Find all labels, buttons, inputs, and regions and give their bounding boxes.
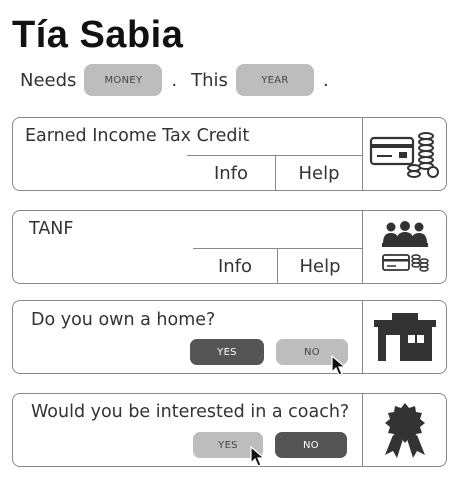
card-coach: Would you be interested in a coach? YES … <box>12 393 447 467</box>
needs-dropdown[interactable]: MONEY <box>84 64 163 96</box>
eitc-info-tab[interactable]: Info <box>187 156 275 190</box>
this-label: This <box>191 69 228 91</box>
card-tanf[interactable]: TANF Info Help <box>12 210 447 284</box>
card-own-home-question: Do you own a home? <box>31 310 216 330</box>
card-own-home: Do you own a home? YES NO <box>12 300 447 376</box>
own-home-yes-button[interactable]: YES <box>190 339 264 365</box>
credit-card-coins-icon <box>364 118 446 190</box>
card-eitc[interactable]: Earned Income Tax Credit Info Help <box>12 117 447 191</box>
card-coach-divider <box>362 394 363 466</box>
app-title: Tía Sabia <box>12 14 184 56</box>
family-money-icon <box>364 211 446 283</box>
mouse-cursor-icon <box>250 446 266 467</box>
card-tanf-divider <box>362 211 363 283</box>
tanf-info-tab[interactable]: Info <box>193 249 277 283</box>
mouse-cursor-icon <box>331 355 347 376</box>
card-coach-question: Would you be interested in a coach? <box>31 402 350 422</box>
card-tanf-title: TANF <box>29 219 74 239</box>
needs-prefix-label: Needs <box>20 69 77 91</box>
award-ribbon-icon <box>364 394 446 466</box>
card-eitc-divider <box>362 118 363 190</box>
time-dropdown[interactable]: YEAR <box>235 64 314 96</box>
eitc-help-tab[interactable]: Help <box>275 156 362 190</box>
coach-no-button[interactable]: NO <box>275 432 347 458</box>
card-own-home-divider <box>362 301 363 373</box>
card-tanf-tabs: Info Help <box>193 248 362 283</box>
card-eitc-tabs: Info Help <box>187 155 362 190</box>
time-separator: . <box>322 69 329 91</box>
needs-separator: . <box>171 69 178 91</box>
house-icon <box>364 301 446 373</box>
filter-sentence: Needs MONEY . This YEAR . <box>20 64 343 96</box>
tanf-help-tab[interactable]: Help <box>277 249 362 283</box>
card-eitc-title: Earned Income Tax Credit <box>25 126 250 146</box>
